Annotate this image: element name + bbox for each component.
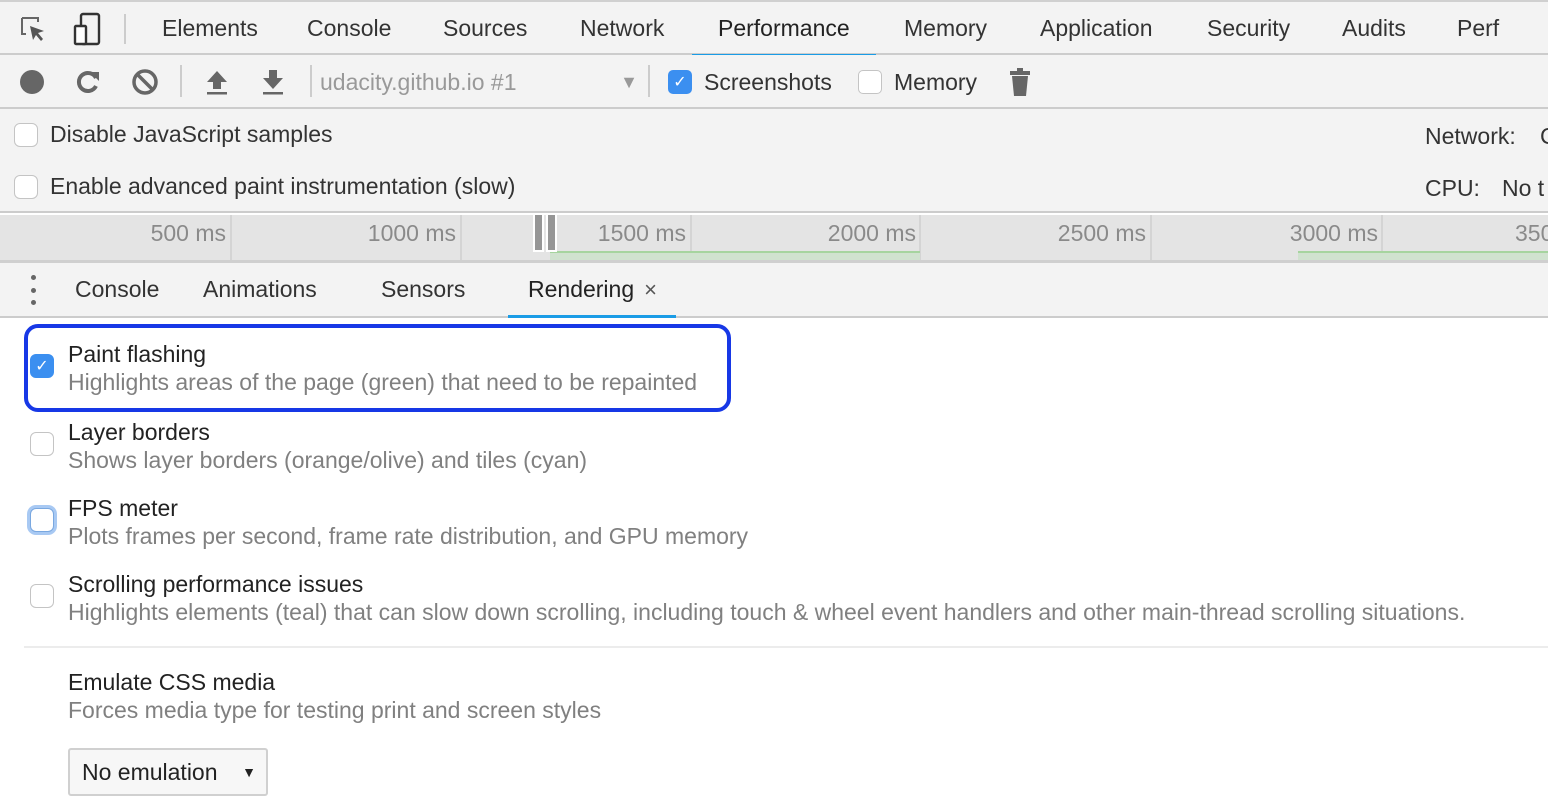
emulate-media-section: Emulate CSS media Forces media type for … xyxy=(68,668,601,724)
tab-application[interactable]: Application xyxy=(1040,2,1153,55)
rendering-panel: ✓ Paint flashing Highlights areas of the… xyxy=(0,318,1548,808)
memory-label: Memory xyxy=(894,68,978,95)
checkbox-box[interactable] xyxy=(30,508,54,532)
disable-js-samples-checkbox[interactable]: Disable JavaScript samples xyxy=(14,121,333,148)
tab-audits[interactable]: Audits xyxy=(1342,2,1406,55)
load-profile-button[interactable] xyxy=(200,65,234,99)
option-title: Paint flashing xyxy=(68,341,207,367)
fps-meter-option[interactable]: FPS meter Plots frames per second, frame… xyxy=(30,494,748,550)
tick-label: 2500 ms xyxy=(1057,220,1146,246)
checkbox-box[interactable] xyxy=(858,70,882,94)
tab-memory[interactable]: Memory xyxy=(904,2,987,55)
emulate-media-text: Emulate CSS media Forces media type for … xyxy=(68,668,601,724)
drawer-tab-console[interactable]: Console xyxy=(75,263,159,316)
tab-separator xyxy=(124,14,126,44)
performance-toolbar: udacity.github.io #1 ▼ ✓ Screenshots Mem… xyxy=(0,55,1548,109)
window-right-handle[interactable] xyxy=(546,215,557,252)
network-throttle-select[interactable]: C xyxy=(1540,123,1548,150)
network-throttle-label: Network: xyxy=(1425,123,1516,149)
checkmark-icon[interactable]: ✓ xyxy=(30,354,54,378)
download-icon xyxy=(263,70,283,95)
option-title: Layer borders xyxy=(68,419,210,445)
tab-performance[interactable]: Performance xyxy=(692,2,876,57)
toolbar-separator xyxy=(180,65,182,97)
save-profile-button[interactable] xyxy=(256,65,290,99)
scrolling-performance-option[interactable]: Scrolling performance issues Highlights … xyxy=(30,570,1465,626)
tick-label: 1000 ms xyxy=(367,220,456,246)
more-vertical-icon-dot xyxy=(30,300,36,305)
fps-activity-band xyxy=(1298,251,1548,260)
dropdown-caret-icon: ▼ xyxy=(242,764,256,780)
advanced-paint-label: Enable advanced paint instrumentation (s… xyxy=(50,173,516,199)
more-vertical-icon-dot xyxy=(30,287,36,293)
window-left-handle[interactable] xyxy=(533,215,544,252)
drawer-menu-button[interactable] xyxy=(24,275,42,305)
fps-activity-band xyxy=(550,251,920,260)
tab-elements[interactable]: Elements xyxy=(162,2,258,55)
more-vertical-icon xyxy=(30,275,36,280)
inspect-element-button[interactable] xyxy=(16,12,50,46)
emulate-media-description: Forces media type for testing print and … xyxy=(68,697,602,723)
paint-flashing-option[interactable]: ✓ Paint flashing Highlights areas of the… xyxy=(30,340,697,396)
clear-button[interactable] xyxy=(128,65,162,99)
device-mode-icon xyxy=(73,12,101,46)
option-description: Plots frames per second, frame rate dist… xyxy=(68,523,749,549)
option-description: Shows layer borders (orange/olive) and t… xyxy=(68,447,588,473)
dropdown-caret-icon: ▼ xyxy=(620,72,638,92)
reload-icon xyxy=(76,71,99,93)
drawer-tab-rendering[interactable]: Rendering × xyxy=(528,263,657,316)
drawer-tab-bar: Console Animations Sensors Rendering × xyxy=(0,263,1548,318)
memory-checkbox[interactable]: Memory xyxy=(858,67,977,97)
trash-icon xyxy=(1010,68,1030,96)
disable-js-samples-label: Disable JavaScript samples xyxy=(50,121,333,147)
tab-console[interactable]: Console xyxy=(307,2,391,55)
tick-label: 3000 ms xyxy=(1289,220,1378,246)
drawer-tab-sensors[interactable]: Sensors xyxy=(381,263,465,316)
tab-sources[interactable]: Sources xyxy=(443,2,527,55)
section-divider xyxy=(24,646,1548,648)
record-button[interactable] xyxy=(15,65,49,99)
inspect-cursor-icon xyxy=(21,17,44,41)
upload-icon xyxy=(207,71,227,95)
drawer-tab-animations[interactable]: Animations xyxy=(203,263,317,316)
tab-security[interactable]: Security xyxy=(1207,2,1290,55)
main-tab-bar: Elements Console Sources Network Perform… xyxy=(0,0,1548,57)
checkbox-box[interactable] xyxy=(14,122,38,147)
screenshots-label: Screenshots xyxy=(704,68,832,95)
option-description: Highlights areas of the page (green) tha… xyxy=(68,369,698,395)
emulate-media-select-value: No emulation xyxy=(82,759,218,785)
tab-perf[interactable]: Perf xyxy=(1457,2,1499,55)
option-title: Scrolling performance issues xyxy=(68,571,364,597)
tick-label: 350 xyxy=(1515,220,1548,246)
toolbar-separator xyxy=(648,65,650,97)
tick-label: 1500 ms xyxy=(597,220,686,246)
cpu-throttle-label: CPU: xyxy=(1425,175,1480,201)
emulate-media-select[interactable]: No emulation ▼ xyxy=(68,748,268,796)
screenshots-checkbox[interactable]: ✓ Screenshots xyxy=(668,67,832,97)
cpu-throttle-select[interactable]: No t xyxy=(1502,175,1544,202)
reload-record-button[interactable] xyxy=(71,65,105,99)
garbage-collect-button[interactable] xyxy=(1006,65,1034,99)
layer-borders-option[interactable]: Layer borders Shows layer borders (orang… xyxy=(30,418,587,474)
target-select-value: udacity.github.io #1 xyxy=(320,69,517,95)
checkbox-box[interactable] xyxy=(14,174,38,199)
advanced-paint-checkbox[interactable]: Enable advanced paint instrumentation (s… xyxy=(14,173,515,200)
capture-settings-pane: Disable JavaScript samples Enable advanc… xyxy=(0,109,1548,213)
tick-label: 500 ms xyxy=(150,220,226,246)
drawer-tab-rendering-label: Rendering xyxy=(528,276,635,302)
tab-network[interactable]: Network xyxy=(580,2,664,55)
option-description: Highlights elements (teal) that can slow… xyxy=(68,599,1466,625)
checkbox-box[interactable] xyxy=(30,432,54,456)
checkmark-icon[interactable]: ✓ xyxy=(668,70,692,94)
device-toolbar-button[interactable] xyxy=(70,12,104,46)
clear-icon xyxy=(132,69,158,95)
tick-label: 2000 ms xyxy=(827,220,916,246)
emulate-media-title: Emulate CSS media xyxy=(68,669,276,695)
record-icon xyxy=(20,70,44,94)
close-icon[interactable]: × xyxy=(644,277,657,302)
timeline-overview[interactable]: 500 ms 1000 ms 1500 ms 2000 ms 2500 ms 3… xyxy=(0,215,1548,263)
target-select[interactable]: udacity.github.io #1 ▼ xyxy=(312,63,642,101)
checkbox-box[interactable] xyxy=(30,584,54,608)
option-title: FPS meter xyxy=(68,495,178,521)
